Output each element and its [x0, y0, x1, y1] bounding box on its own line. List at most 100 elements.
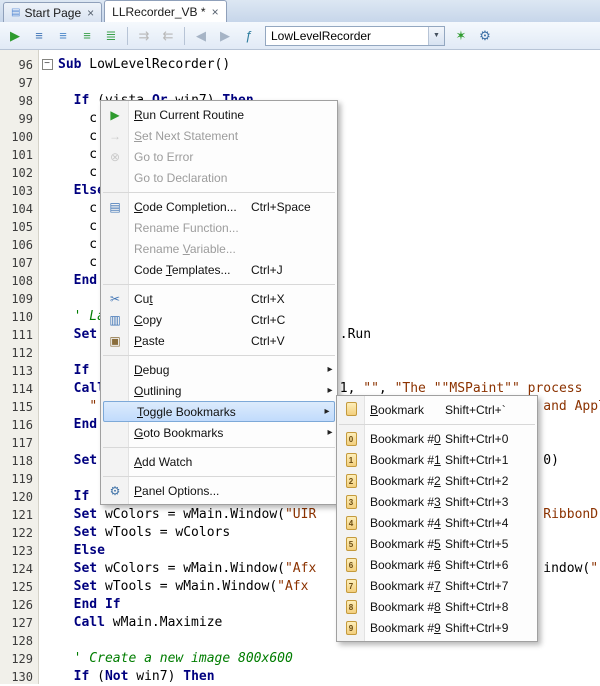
combobox-dropdown-button[interactable]: ▼ [428, 27, 444, 45]
menu-item-bookmark[interactable]: BookmarkShift+Ctrl+` [337, 399, 537, 420]
editor-options-icon[interactable]: ⚙ [474, 25, 496, 47]
close-icon[interactable]: × [85, 7, 94, 19]
menu-item-toggle-bookmarks[interactable]: Toggle Bookmarks▸ [103, 401, 335, 422]
menu-item-shortcut: Shift+Ctrl+5 [445, 537, 533, 551]
menu-item-shortcut: Ctrl+C [251, 313, 323, 327]
menu-item-label: Debug [129, 363, 251, 377]
menu-item-set-next-statement[interactable]: →Set Next Statement [101, 125, 337, 146]
menu-item-bookmark-4[interactable]: 4Bookmark #4Shift+Ctrl+4 [337, 512, 537, 533]
menu-item-label: Goto Bookmarks [129, 426, 251, 440]
menu-separator [101, 472, 337, 480]
toolbar: ▶≡≡≡≣⇉⇇◀▶ƒLowLevelRecorder▼✶⚙ [0, 22, 600, 50]
line-number: 127 [0, 614, 38, 632]
menu-item-go-to-declaration[interactable]: Go to Declaration [101, 167, 337, 188]
menu-item-shortcut: Shift+Ctrl+6 [445, 558, 533, 572]
menu-item-bookmark-5[interactable]: 5Bookmark #5Shift+Ctrl+5 [337, 533, 537, 554]
menu-item-bookmark-7[interactable]: 7Bookmark #7Shift+Ctrl+7 [337, 575, 537, 596]
menu-item-label: Code Templates... [129, 263, 251, 277]
menu-item-shortcut: Shift+Ctrl+4 [445, 516, 533, 530]
menu-item-bookmark-1[interactable]: 1Bookmark #1Shift+Ctrl+1 [337, 449, 537, 470]
menu-item-bookmark-6[interactable]: 6 Bookmark #6Shift+Ctrl+6 [337, 554, 537, 575]
menu-item-label: Bookmark #2 [365, 474, 445, 488]
menu-item-shortcut: Shift+Ctrl+0 [445, 432, 533, 446]
line-number: 117 [0, 434, 38, 452]
menu-item-shortcut: Ctrl+Space [251, 200, 323, 214]
line-number: 112 [0, 344, 38, 362]
tab-bar: ▤ Start Page × LLRecorder_VB * × [0, 0, 600, 22]
line-number: 100 [0, 128, 38, 146]
menu-item-code-templates[interactable]: Code Templates...Ctrl+J [101, 259, 337, 280]
menu-item-label: Bookmark #6 [365, 558, 445, 572]
run-current-routine-icon[interactable]: ▶ [4, 25, 26, 47]
menu-item-label: Set Next Statement [129, 129, 251, 143]
menu-item-label: Go to Error [129, 150, 251, 164]
menu-item-code-completion[interactable]: ▤Code Completion...Ctrl+Space [101, 196, 337, 217]
routine-combobox[interactable]: LowLevelRecorder▼ [265, 26, 445, 46]
bookmark-icon: 4 [337, 516, 365, 530]
menu-item-rename-variable[interactable]: Rename Variable... [101, 238, 337, 259]
cut-icon: ✂ [101, 293, 129, 305]
menu-item-goto-bookmarks[interactable]: Goto Bookmarks▸ [101, 422, 337, 443]
menu-item-bookmark-0[interactable]: 0Bookmark #0Shift+Ctrl+0 [337, 428, 537, 449]
code-completion-icon: ▤ [101, 201, 129, 213]
panel-options-icon: ⚙ [101, 485, 129, 497]
run-routine-icon: ▶ [101, 109, 129, 121]
comment-block-icon[interactable]: ⇉ [133, 25, 155, 47]
code-line[interactable]: If (Not win7) Then [58, 668, 600, 684]
menu-item-panel-options[interactable]: ⚙Panel Options... [101, 480, 337, 501]
code-line[interactable]: ' Create a new image 800x600 [58, 650, 600, 668]
menu-separator [101, 443, 337, 451]
menu-item-bookmark-3[interactable]: 3Bookmark #3Shift+Ctrl+3 [337, 491, 537, 512]
bookmark-icon: 6 [346, 558, 357, 572]
bookmark-icon: 5 [346, 537, 357, 551]
code-line[interactable] [58, 74, 600, 92]
menu-item-go-to-error[interactable]: ⊗Go to Error [101, 146, 337, 167]
tab-start-page[interactable]: ▤ Start Page × [3, 2, 102, 22]
menu-item-add-watch[interactable]: Add Watch [101, 451, 337, 472]
close-icon[interactable]: × [210, 6, 219, 18]
menu-item-shortcut: Ctrl+V [251, 334, 323, 348]
line-number: 129 [0, 650, 38, 668]
menu-separator [101, 351, 337, 359]
outline-code-icon[interactable]: ≣ [100, 25, 122, 47]
menu-item-copy[interactable]: ▥CopyCtrl+C [101, 309, 337, 330]
menu-item-run-current-routine[interactable]: ▶Run Current Routine [101, 104, 337, 125]
menu-item-bookmark-9[interactable]: 9Bookmark #9Shift+Ctrl+9 [337, 617, 537, 638]
menu-item-bookmark-2[interactable]: 2Bookmark #2Shift+Ctrl+2 [337, 470, 537, 491]
line-number: 98 [0, 92, 38, 110]
menu-item-cut[interactable]: ✂CutCtrl+X [101, 288, 337, 309]
navigate-forward-icon[interactable]: ▶ [214, 25, 236, 47]
menu-item-rename-function[interactable]: Rename Function... [101, 217, 337, 238]
menu-item-shortcut: Shift+Ctrl+7 [445, 579, 533, 593]
menu-item-label: Cut [129, 292, 251, 306]
line-number: 97 [0, 74, 38, 92]
menu-item-outlining[interactable]: Outlining▸ [101, 380, 337, 401]
code-line[interactable]: Sub LowLevelRecorder() [58, 56, 600, 74]
uncomment-block-icon[interactable]: ⇇ [157, 25, 179, 47]
indent-icon[interactable]: ≡ [52, 25, 74, 47]
bookmark-icon [346, 402, 357, 416]
line-number: 107 [0, 254, 38, 272]
menu-item-debug[interactable]: Debug▸ [101, 359, 337, 380]
tab-llrecorder-vb[interactable]: LLRecorder_VB * × [104, 0, 226, 22]
menu-item-paste[interactable]: ▣PasteCtrl+V [101, 330, 337, 351]
bookmark-icon: 3 [337, 495, 365, 509]
line-number: 104 [0, 200, 38, 218]
run-test-icon[interactable]: ✶ [450, 25, 472, 47]
routine-combobox-value: LowLevelRecorder [266, 29, 428, 43]
routine-icon[interactable]: ƒ [238, 25, 260, 47]
bookmarks-submenu: BookmarkShift+Ctrl+`0Bookmark #0Shift+Ct… [336, 395, 538, 642]
line-number: 99 [0, 110, 38, 128]
navigate-back-icon[interactable]: ◀ [190, 25, 212, 47]
bookmark-icon [337, 402, 365, 418]
menu-item-label: Go to Declaration [129, 171, 251, 185]
outdent-icon[interactable]: ≡ [28, 25, 50, 47]
fold-marker-icon[interactable]: − [42, 59, 53, 70]
submenu-arrow-icon: ▸ [323, 385, 337, 396]
menu-item-bookmark-8[interactable]: 8Bookmark #8Shift+Ctrl+8 [337, 596, 537, 617]
format-code-icon[interactable]: ≡ [76, 25, 98, 47]
line-number: 106 [0, 236, 38, 254]
bookmark-icon: 0 [337, 432, 365, 446]
line-number: 96 [0, 56, 38, 74]
menu-item-shortcut: Shift+Ctrl+8 [445, 600, 533, 614]
